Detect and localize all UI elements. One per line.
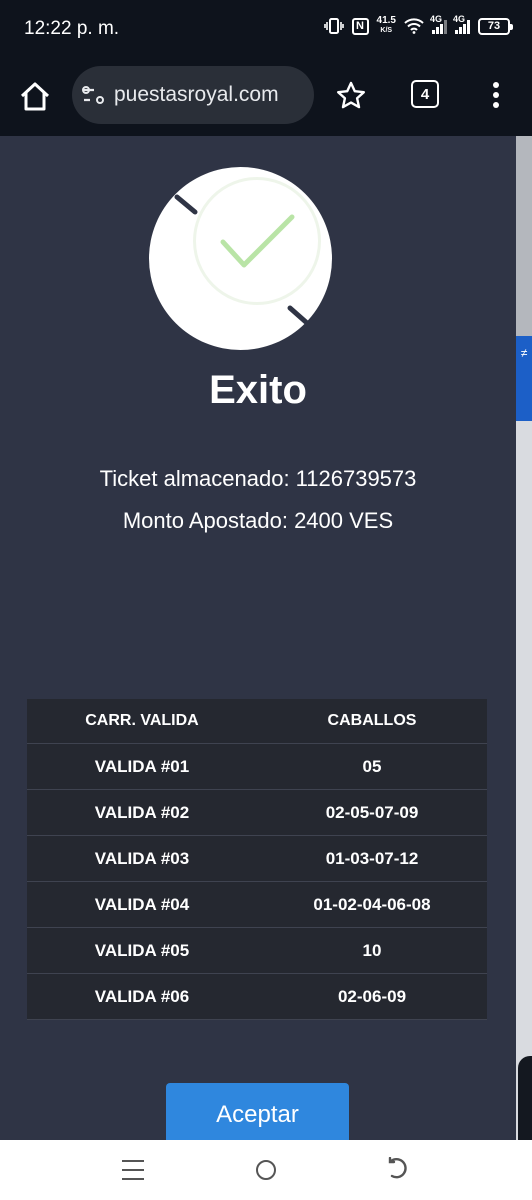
check-icon bbox=[174, 194, 310, 326]
table-row: VALIDA #05 10 bbox=[27, 928, 487, 974]
table-cell: 01-02-04-06-08 bbox=[313, 894, 431, 914]
table-cell: 01-03-07-12 bbox=[325, 848, 419, 868]
table-row: VALIDA #03 01-03-07-12 bbox=[27, 836, 487, 882]
amount-text: Monto Apostado: 2400 VES bbox=[122, 508, 394, 533]
back-icon[interactable] bbox=[386, 1157, 412, 1183]
more-vert-icon[interactable] bbox=[486, 80, 506, 110]
modal-title: Exito bbox=[209, 368, 307, 412]
home-circle-icon[interactable] bbox=[256, 1160, 276, 1180]
table-cell: VALIDA #01 bbox=[94, 756, 190, 776]
table-row: VALIDA #06 02-06-09 bbox=[27, 974, 487, 1020]
ticket-text: Ticket almacenado: 1126739573 bbox=[99, 466, 417, 491]
browser-toolbar: puestasroyal.com 4 bbox=[0, 58, 532, 136]
success-circle bbox=[149, 167, 332, 350]
page-scroll-track[interactable] bbox=[516, 136, 532, 1140]
network-type: 4G bbox=[430, 14, 443, 24]
table-row: VALIDA #04 01-02-04-06-08 bbox=[27, 882, 487, 928]
table-cell: VALIDA #04 bbox=[94, 894, 190, 914]
table-cell: VALIDA #02 bbox=[94, 802, 190, 822]
accept-button[interactable]: Aceptar bbox=[166, 1083, 349, 1140]
page-content: ≠ Exito Ticket almacenado: 1126739573 Mo… bbox=[0, 136, 532, 1140]
vibrate-icon bbox=[323, 18, 344, 34]
success-modal: Exito Ticket almacenado: 1126739573 Mont… bbox=[0, 136, 516, 1140]
bet-table: CARR. VALIDA CABALLOS VALIDA #01 05 VALI… bbox=[27, 699, 487, 1020]
signal-icon: 4G bbox=[453, 14, 470, 34]
star-icon[interactable] bbox=[335, 80, 367, 112]
status-icons: N 41.5 K/S 4G 4G 73 bbox=[323, 14, 513, 36]
wifi-icon bbox=[404, 18, 424, 34]
table-cell: 02-06-09 bbox=[337, 986, 407, 1006]
system-nav-bar bbox=[0, 1140, 532, 1200]
status-time: 12:22 p. m. bbox=[24, 18, 120, 39]
table-cell: 10 bbox=[362, 940, 382, 960]
recents-icon[interactable] bbox=[122, 1160, 144, 1180]
battery-level: 73 bbox=[487, 20, 501, 32]
signal-icon: 4G bbox=[430, 14, 447, 34]
home-icon[interactable] bbox=[18, 80, 52, 114]
battery-icon: 73 bbox=[478, 17, 513, 35]
header-cell: CABALLOS bbox=[327, 712, 417, 729]
header-cell: CARR. VALIDA bbox=[85, 712, 199, 729]
table-cell: VALIDA #06 bbox=[94, 986, 190, 1006]
table-row: VALIDA #01 05 bbox=[27, 744, 487, 790]
tabs-icon[interactable]: 4 bbox=[411, 80, 439, 108]
table-cell: 05 bbox=[362, 756, 382, 776]
table-row: VALIDA #02 02-05-07-09 bbox=[27, 790, 487, 836]
network-type: 4G bbox=[453, 14, 466, 24]
status-bar: 12:22 p. m. N 41.5 K/S 4G 4G 73 bbox=[0, 0, 532, 58]
scroll-thumb[interactable] bbox=[516, 136, 532, 336]
table-cell: 02-05-07-09 bbox=[325, 802, 419, 822]
floating-handle[interactable] bbox=[518, 1056, 532, 1140]
table-cell: VALIDA #03 bbox=[94, 848, 190, 868]
net-speed-value: 41.5 bbox=[376, 15, 396, 26]
table-cell: VALIDA #05 bbox=[94, 940, 190, 960]
net-speed: 41.5 K/S bbox=[377, 16, 396, 36]
site-settings-icon[interactable] bbox=[82, 84, 106, 106]
address-bar[interactable]: puestasroyal.com bbox=[72, 66, 314, 124]
nfc-icon: N bbox=[351, 17, 369, 35]
net-speed-unit: K/S bbox=[380, 27, 393, 34]
side-tab[interactable]: ≠ bbox=[516, 336, 532, 421]
url-text[interactable]: puestasroyal.com bbox=[114, 83, 279, 107]
table-header-row: CARR. VALIDA CABALLOS bbox=[27, 699, 487, 744]
